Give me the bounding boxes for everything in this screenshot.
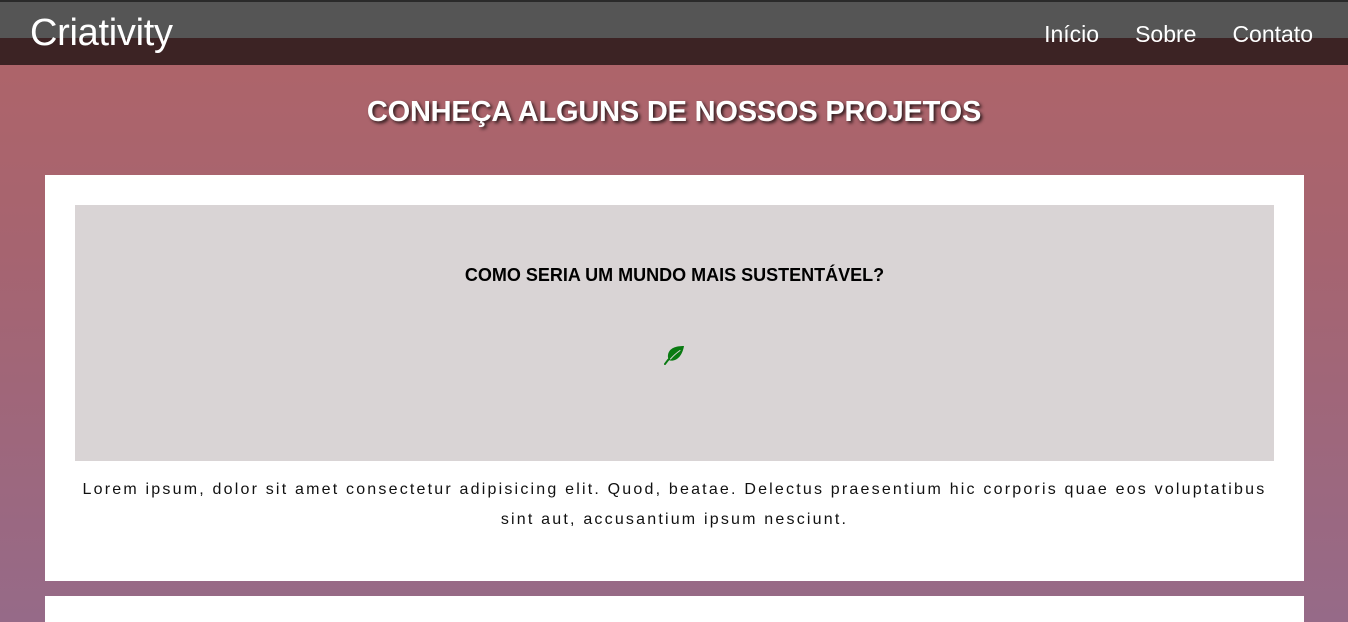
project-card-heading: COMO SERIA UM MUNDO MAIS SUSTENTÁVEL? — [464, 265, 885, 285]
nav-link-inicio[interactable]: Início — [1044, 19, 1099, 49]
project-card: COMO SERIA UM MUNDO MAIS SUSTENTÁVEL? Lo… — [45, 175, 1304, 581]
project-card-description: Lorem ipsum, dolor sit amet consectetur … — [82, 481, 1267, 528]
projects-section-title: CONHEÇA ALGUNS DE NOSSOS PROJETOS — [366, 96, 982, 128]
project-card-media: COMO SERIA UM MUNDO MAIS SUSTENTÁVEL? — [75, 205, 1274, 461]
leaf-icon-svg — [664, 346, 684, 365]
navbar: Criativity Início Sobre Contato — [0, 0, 1348, 65]
nav-link-sobre[interactable]: Sobre — [1135, 19, 1196, 49]
brand-logo[interactable]: Criativity — [30, 11, 173, 55]
leaf-icon — [664, 345, 686, 365]
nav-menu: Início Sobre Contato — [1044, 19, 1313, 49]
project-card-next — [45, 596, 1304, 622]
nav-link-contato[interactable]: Contato — [1232, 19, 1313, 49]
